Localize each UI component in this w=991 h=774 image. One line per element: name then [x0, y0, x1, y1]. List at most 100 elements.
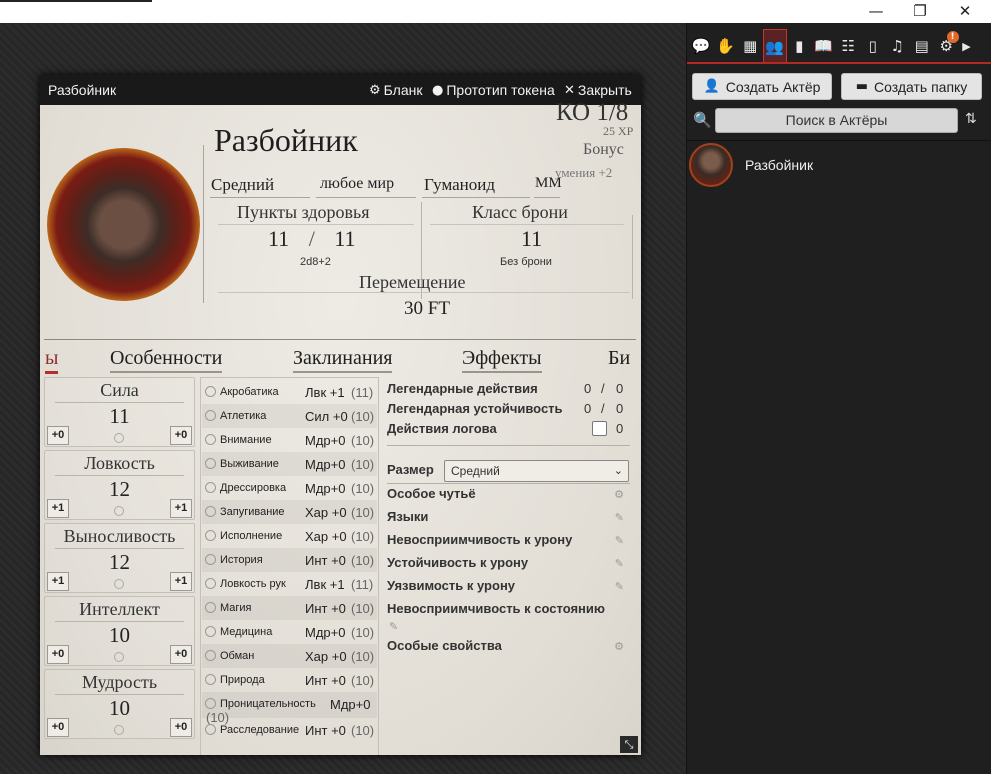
proficiency-toggle[interactable] — [205, 506, 216, 517]
compendium-icon[interactable]: ▤ — [910, 29, 935, 63]
tab-biography[interactable]: Би — [608, 347, 630, 370]
skill-row[interactable]: Выживание Мдр+0 (10) — [202, 452, 377, 476]
tab-spells[interactable]: Заклинания — [293, 347, 393, 373]
journal-icon[interactable]: 📖 — [812, 29, 837, 63]
proficiency-toggle[interactable] — [205, 674, 216, 685]
ability-save[interactable]: +0 — [170, 718, 192, 737]
lair-actions-value[interactable]: 0 — [616, 421, 623, 436]
tables-icon[interactable]: ☷ — [836, 29, 861, 63]
ability-mod[interactable]: +0 — [47, 426, 69, 445]
list-item[interactable]: Разбойник — [687, 141, 991, 189]
tab-attributes[interactable]: ы — [45, 347, 59, 374]
skill-row[interactable]: Проницательность Мдр+0 (10) — [202, 692, 377, 725]
ability-mod[interactable]: +0 — [47, 718, 69, 737]
legendary-actions-max[interactable]: 0 — [616, 381, 623, 396]
hp-current[interactable]: 11 — [268, 226, 289, 251]
legendary-resistance-current[interactable]: 0 — [584, 401, 591, 416]
skill-row[interactable]: Ловкость рук Лвк +1 (11) — [202, 572, 377, 596]
playlists-icon[interactable]: ♫ — [885, 29, 910, 63]
proficiency-toggle[interactable] — [205, 530, 216, 541]
edit-icon[interactable]: ✎ — [615, 534, 624, 547]
proficiency-toggle[interactable] — [205, 650, 216, 661]
create-folder-button[interactable]: ▬ Создать папку — [841, 73, 982, 100]
skill-row[interactable]: Магия Инт +0 (10) — [202, 596, 377, 620]
skill-row[interactable]: Дрессировка Мдр+0 (10) — [202, 476, 377, 500]
ability-save[interactable]: +0 — [170, 426, 192, 445]
sheet-header[interactable]: Разбойник ⚙ Бланк ● Прототип токена ✕ За… — [40, 75, 641, 105]
save-proficiency-toggle[interactable] — [114, 506, 124, 516]
proficiency-toggle[interactable] — [205, 458, 216, 469]
skill-row[interactable]: Запугивание Хар +0 (10) — [202, 500, 377, 524]
save-proficiency-toggle[interactable] — [114, 725, 124, 735]
actors-icon[interactable]: 👥 — [762, 29, 787, 63]
edit-icon[interactable]: ✎ — [615, 557, 624, 570]
lair-actions-checkbox[interactable] — [592, 421, 607, 436]
edit-icon[interactable]: ✎ — [389, 620, 398, 633]
skill-row[interactable]: Медицина Мдр+0 (10) — [202, 620, 377, 644]
skill-row[interactable]: Внимание Мдр+0 (10) — [202, 428, 377, 452]
alignment-field[interactable]: любое мир — [320, 175, 394, 197]
proficiency-toggle[interactable] — [205, 482, 216, 493]
skill-row[interactable]: Атлетика Сил +0 (10) — [202, 404, 377, 428]
actor-portrait[interactable] — [47, 148, 200, 301]
settings-icon[interactable]: ⚙! — [934, 29, 959, 63]
ability-save[interactable]: +1 — [170, 499, 192, 518]
legendary-resistance-max[interactable]: 0 — [616, 401, 623, 416]
gear-icon[interactable]: ⚙ — [614, 488, 624, 501]
save-proficiency-toggle[interactable] — [114, 579, 124, 589]
sort-icon[interactable]: ⇅ — [965, 111, 977, 127]
chat-icon[interactable]: 💬 — [689, 29, 714, 63]
skill-row[interactable]: Исполнение Хар +0 (10) — [202, 524, 377, 548]
save-proficiency-toggle[interactable] — [114, 652, 124, 662]
sheet-close-button[interactable]: ✕ Закрыть — [564, 82, 632, 98]
skill-row[interactable]: Расследование Инт +0 (10) — [202, 718, 377, 742]
legendary-actions-current[interactable]: 0 — [584, 381, 591, 396]
ability-name[interactable]: Выносливость — [45, 526, 194, 547]
ability-save[interactable]: +0 — [170, 645, 192, 664]
edit-icon[interactable]: ✎ — [615, 511, 624, 524]
ability-name[interactable]: Ловкость — [45, 453, 194, 474]
proficiency-toggle[interactable] — [205, 434, 216, 445]
items-icon[interactable]: ▮ — [787, 29, 812, 63]
proficiency-toggle[interactable] — [205, 410, 216, 421]
gear-icon[interactable]: ⚙ — [614, 640, 624, 653]
tab-effects[interactable]: Эффекты — [462, 347, 542, 373]
ability-save[interactable]: +1 — [170, 572, 192, 591]
save-proficiency-toggle[interactable] — [114, 433, 124, 443]
proficiency-toggle[interactable] — [205, 698, 216, 709]
skill-row[interactable]: История Инт +0 (10) — [202, 548, 377, 572]
proficiency-toggle[interactable] — [205, 554, 216, 565]
ability-name[interactable]: Сила — [45, 380, 194, 401]
ability-name[interactable]: Интеллект — [45, 599, 194, 620]
size-select[interactable]: Средний ⌄ — [444, 460, 629, 482]
sheet-config-button[interactable]: ⚙ Бланк — [369, 82, 423, 98]
restore-button[interactable]: ❐ — [910, 2, 930, 20]
source-field[interactable]: ММ — [535, 175, 562, 197]
combat-icon[interactable]: ✋ — [714, 29, 739, 63]
size-field[interactable]: Средний — [211, 175, 274, 197]
movement-value[interactable]: 30 FT — [404, 298, 450, 320]
skill-row[interactable]: Природа Инт +0 (10) — [202, 668, 377, 692]
actor-name[interactable]: Разбойник — [214, 122, 358, 159]
proficiency-toggle[interactable] — [205, 386, 216, 397]
hp-max[interactable]: 11 — [334, 226, 355, 251]
ability-mod[interactable]: +1 — [47, 572, 69, 591]
proficiency-toggle[interactable] — [205, 602, 216, 613]
cards-icon[interactable]: ▯ — [861, 29, 886, 63]
search-input[interactable]: Поиск в Актёры — [715, 108, 958, 133]
create-actor-button[interactable]: 👤 Создать Актёр — [692, 73, 832, 100]
skill-row[interactable]: Обман Хар +0 (10) — [202, 644, 377, 668]
collapse-arrow-icon[interactable]: ▶ — [959, 29, 975, 63]
ability-name[interactable]: Мудрость — [45, 672, 194, 693]
tab-features[interactable]: Особенности — [110, 347, 223, 373]
close-window-button[interactable]: ✕ — [955, 2, 975, 20]
token-prototype-button[interactable]: ● Прототип токена — [432, 82, 555, 98]
hp-formula[interactable]: 2d8+2 — [300, 256, 331, 268]
proficiency-toggle[interactable] — [205, 626, 216, 637]
minimize-button[interactable]: — — [866, 2, 886, 20]
proficiency-toggle[interactable] — [205, 578, 216, 589]
scenes-icon[interactable]: ▦ — [738, 29, 763, 63]
edit-icon[interactable]: ✎ — [615, 580, 624, 593]
ability-mod[interactable]: +1 — [47, 499, 69, 518]
ability-mod[interactable]: +0 — [47, 645, 69, 664]
